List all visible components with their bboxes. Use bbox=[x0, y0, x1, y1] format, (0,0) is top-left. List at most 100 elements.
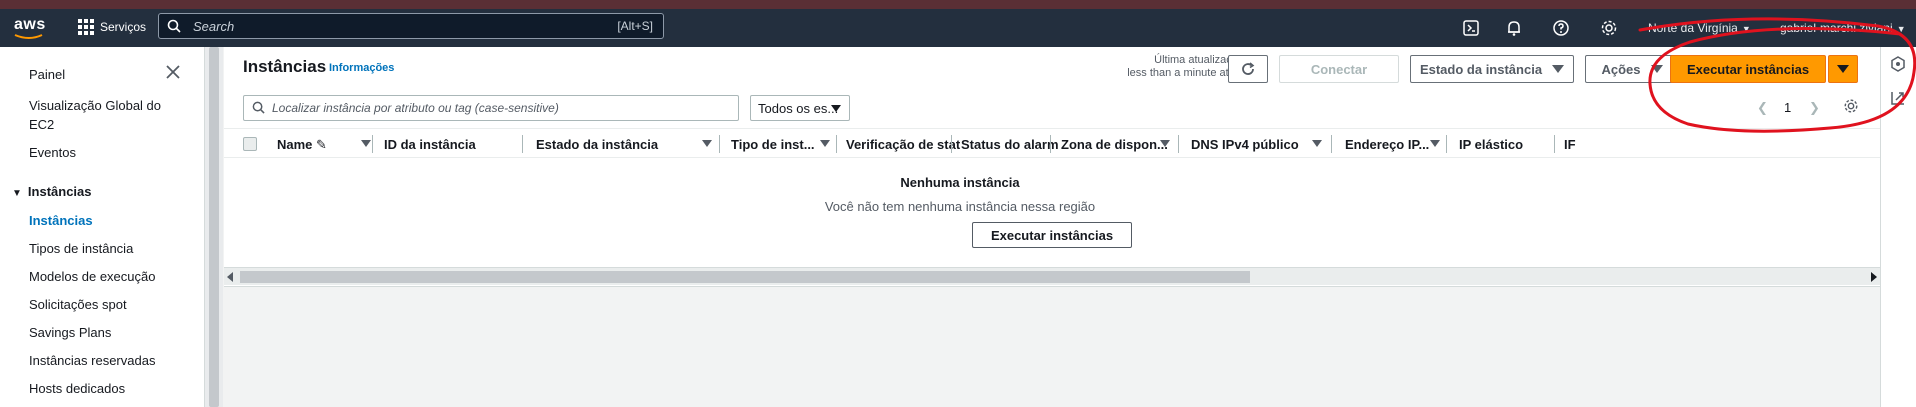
last-update-line2: less than a minute atrás bbox=[1127, 67, 1244, 79]
sidebar-item-tipos[interactable]: Tipos de instância bbox=[29, 241, 133, 256]
column-header-state[interactable]: Estado da instância bbox=[536, 137, 658, 152]
last-update-line1: Última atualização bbox=[1154, 54, 1244, 66]
column-header-truncated[interactable]: IF bbox=[1564, 137, 1576, 152]
right-utility-rail bbox=[1880, 47, 1916, 407]
notifications-bell-icon[interactable] bbox=[1505, 19, 1523, 37]
aws-smile-icon bbox=[14, 34, 43, 39]
column-divider[interactable] bbox=[719, 135, 720, 153]
sidebar-item-savings[interactable]: Savings Plans bbox=[29, 325, 111, 340]
refresh-button[interactable] bbox=[1228, 55, 1268, 83]
region-caret-icon: ▼ bbox=[1741, 24, 1751, 34]
last-update-text: Última atualização less than a minute at… bbox=[1094, 54, 1244, 80]
sidebar-item-instancias-active[interactable]: Instâncias bbox=[29, 213, 93, 228]
page-title: Instâncias bbox=[243, 57, 327, 76]
search-shortcut: [Alt+S] bbox=[617, 19, 653, 33]
search-icon bbox=[252, 101, 265, 114]
actions-dropdown[interactable]: Ações bbox=[1585, 55, 1679, 83]
sort-caret-icon[interactable] bbox=[820, 140, 830, 147]
sort-caret-icon[interactable] bbox=[1312, 140, 1322, 147]
select-caret-icon bbox=[831, 105, 841, 112]
column-divider[interactable] bbox=[1446, 135, 1447, 153]
column-header-instance-id[interactable]: ID da instância bbox=[384, 137, 476, 152]
launch-instances-button[interactable]: Executar instâncias bbox=[1670, 55, 1826, 83]
column-divider[interactable] bbox=[522, 135, 523, 153]
top-navigation-bar: aws Serviços Search [Alt+S] Norte da Vir… bbox=[0, 9, 1916, 47]
page-number[interactable]: 1 bbox=[1784, 100, 1791, 115]
column-divider[interactable] bbox=[951, 135, 952, 153]
column-divider[interactable] bbox=[1331, 135, 1332, 153]
sidebar-scrollbar[interactable] bbox=[205, 47, 223, 407]
sort-caret-icon[interactable] bbox=[1430, 140, 1440, 147]
launch-instances-split-button[interactable] bbox=[1828, 55, 1858, 83]
info-link[interactable]: Informações bbox=[329, 62, 394, 74]
account-menu[interactable]: gabriel-marchi ziviani ▼ bbox=[1780, 21, 1906, 35]
state-filter-value: Todos os es... bbox=[758, 101, 839, 116]
scroll-left-arrow-icon[interactable] bbox=[227, 272, 233, 282]
column-divider[interactable] bbox=[372, 135, 373, 153]
column-divider[interactable] bbox=[1554, 135, 1555, 153]
actions-label: Ações bbox=[1601, 61, 1641, 77]
instance-state-label: Estado da instância bbox=[1419, 61, 1543, 77]
sort-caret-icon[interactable] bbox=[1160, 140, 1170, 147]
account-caret-icon: ▼ bbox=[1896, 24, 1906, 34]
aws-logo-text: aws bbox=[14, 16, 46, 33]
next-page-icon[interactable]: ❯ bbox=[1809, 100, 1820, 116]
dropdown-caret-icon bbox=[1552, 65, 1565, 73]
instance-filter-input[interactable]: Localizar instância por atributo ou tag … bbox=[243, 95, 739, 121]
table-preferences-gear-icon[interactable] bbox=[1843, 98, 1859, 114]
sort-caret-icon[interactable] bbox=[361, 140, 371, 147]
services-grid-icon[interactable] bbox=[78, 19, 94, 35]
account-label: gabriel-marchi ziviani bbox=[1780, 21, 1893, 35]
column-header-type[interactable]: Tipo de inst... bbox=[731, 137, 815, 152]
refresh-icon bbox=[1242, 62, 1255, 75]
services-menu[interactable]: Serviços bbox=[100, 20, 146, 34]
instance-state-dropdown[interactable]: Estado da instância bbox=[1410, 55, 1574, 83]
sidebar: Painel Visualização Global do EC2 Evento… bbox=[0, 47, 205, 407]
column-header-name[interactable]: Name ✎ bbox=[277, 137, 327, 153]
aws-logo[interactable]: aws bbox=[14, 16, 48, 40]
region-selector[interactable]: Norte da Virgínia ▼ bbox=[1648, 21, 1751, 35]
edit-pencil-icon: ✎ bbox=[316, 137, 327, 152]
empty-state-message: Você não tem nenhuma instância nessa reg… bbox=[824, 199, 1096, 214]
table-horizontal-scrollbar[interactable] bbox=[224, 267, 1880, 285]
state-filter-select[interactable]: Todos os es... bbox=[750, 95, 850, 121]
column-name-label: Name bbox=[277, 137, 313, 152]
sort-caret-icon[interactable] bbox=[702, 140, 712, 147]
column-divider[interactable] bbox=[836, 135, 837, 153]
instances-panel: Instâncias Informações Última atualizaçã… bbox=[224, 47, 1916, 287]
settings-gear-icon[interactable] bbox=[1600, 19, 1618, 37]
column-header-az[interactable]: Zona de dispon... bbox=[1061, 137, 1168, 152]
sidebar-item-spot[interactable]: Solicitações spot bbox=[29, 297, 127, 312]
column-header-elastic-ip[interactable]: IP elástico bbox=[1459, 137, 1523, 152]
sidebar-item-hosts[interactable]: Hosts dedicados bbox=[29, 381, 125, 396]
info-panel-icon[interactable] bbox=[1889, 55, 1907, 73]
empty-state-launch-button[interactable]: Executar instâncias bbox=[972, 222, 1132, 248]
help-icon[interactable] bbox=[1552, 19, 1570, 37]
search-placeholder: Search bbox=[193, 19, 235, 34]
sidebar-item-modelos[interactable]: Modelos de execução bbox=[29, 269, 155, 284]
sidebar-item-reservadas[interactable]: Instâncias reservadas bbox=[29, 353, 155, 368]
select-all-checkbox[interactable] bbox=[243, 137, 257, 151]
close-sidebar-icon[interactable] bbox=[166, 65, 180, 79]
expand-panel-icon[interactable] bbox=[1889, 89, 1907, 107]
expand-caret-icon: ▼ bbox=[12, 188, 22, 199]
connect-button[interactable]: Conectar bbox=[1279, 55, 1399, 83]
column-divider[interactable] bbox=[1050, 135, 1051, 153]
column-header-alarm-status[interactable]: Status do alarm bbox=[961, 137, 1059, 152]
column-divider[interactable] bbox=[1178, 135, 1179, 153]
sidebar-item-global-view[interactable]: Visualização Global do EC2 bbox=[29, 96, 179, 134]
column-header-ip-address[interactable]: Endereço IP... bbox=[1345, 137, 1429, 152]
global-search-input[interactable]: Search [Alt+S] bbox=[158, 13, 664, 39]
sidebar-section-instancias[interactable]: ▼ Instâncias bbox=[12, 184, 92, 199]
table-header: Name ✎ ID da instância Estado da instânc… bbox=[224, 128, 1916, 158]
previous-page-icon[interactable]: ❮ bbox=[1757, 100, 1768, 116]
horizontal-scrollbar-thumb[interactable] bbox=[240, 271, 1250, 283]
sidebar-item-eventos[interactable]: Eventos bbox=[29, 145, 76, 160]
browser-top-strip bbox=[0, 0, 1916, 9]
sidebar-scrollbar-thumb[interactable] bbox=[209, 47, 219, 407]
column-header-public-dns[interactable]: DNS IPv4 público bbox=[1191, 137, 1299, 152]
sidebar-item-painel[interactable]: Painel bbox=[29, 67, 65, 82]
column-header-status-check[interactable]: Verificação de stat bbox=[846, 137, 960, 152]
scroll-right-arrow-icon[interactable] bbox=[1871, 272, 1877, 282]
cloudshell-icon[interactable] bbox=[1462, 19, 1480, 37]
